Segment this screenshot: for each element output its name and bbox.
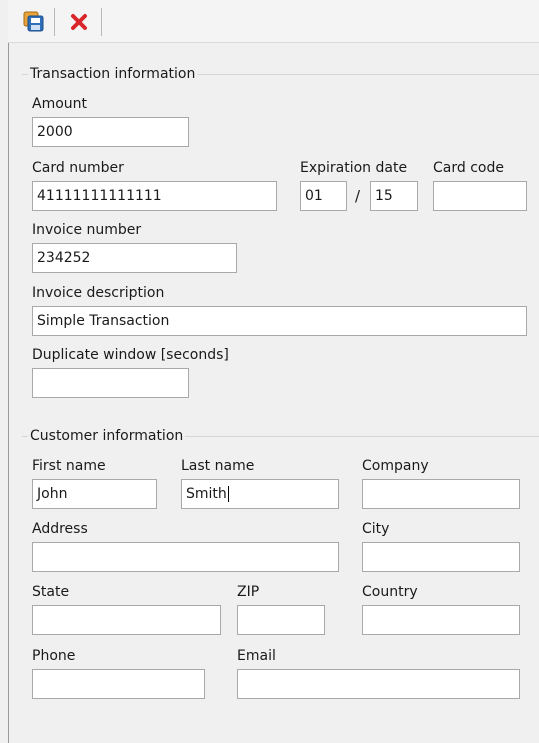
zip-field[interactable] xyxy=(237,605,325,635)
company-field[interactable] xyxy=(362,479,520,509)
save-button[interactable] xyxy=(22,10,46,34)
amount-field[interactable]: 2000 xyxy=(32,117,189,147)
address-label: Address xyxy=(32,521,88,537)
close-icon xyxy=(71,14,87,30)
duplicate-window-label: Duplicate window [seconds] xyxy=(32,347,229,363)
first-name-label: First name xyxy=(32,458,106,474)
card-code-label: Card code xyxy=(433,160,504,176)
email-field[interactable] xyxy=(237,669,520,699)
expiration-year-field[interactable]: 15 xyxy=(370,181,418,211)
last-name-field[interactable]: Smith xyxy=(181,479,339,509)
close-button[interactable] xyxy=(67,10,91,34)
invoice-description-label: Invoice description xyxy=(32,285,165,301)
text-caret xyxy=(227,486,229,502)
save-icon xyxy=(23,11,44,32)
card-code-field[interactable] xyxy=(433,181,527,211)
card-number-field[interactable]: 41111111111111 xyxy=(32,181,277,211)
card-number-label: Card number xyxy=(32,160,124,176)
toolbar-separator xyxy=(54,8,55,36)
last-name-label: Last name xyxy=(181,458,255,474)
city-label: City xyxy=(362,521,390,537)
invoice-number-field[interactable]: 234252 xyxy=(32,243,237,273)
state-label: State xyxy=(32,584,70,600)
city-field[interactable] xyxy=(362,542,520,572)
toolbar-separator xyxy=(101,8,102,36)
invoice-description-field[interactable]: Simple Transaction xyxy=(32,306,527,336)
state-field[interactable] xyxy=(32,605,221,635)
duplicate-window-field[interactable] xyxy=(32,368,189,398)
phone-label: Phone xyxy=(32,648,76,664)
phone-field[interactable] xyxy=(32,669,205,699)
first-name-field[interactable]: John xyxy=(32,479,157,509)
country-field[interactable] xyxy=(362,605,520,635)
expiration-date-label: Expiration date xyxy=(300,160,408,176)
expiration-month-field[interactable]: 01 xyxy=(300,181,347,211)
transaction-group-title: Transaction information xyxy=(28,66,198,82)
address-field[interactable] xyxy=(32,542,339,572)
email-label: Email xyxy=(237,648,276,664)
customer-group-title: Customer information xyxy=(28,428,186,444)
country-label: Country xyxy=(362,584,418,600)
toolbar xyxy=(8,0,539,43)
last-name-value: Smith xyxy=(186,486,227,502)
expiration-separator: / xyxy=(355,187,361,205)
zip-label: ZIP xyxy=(237,584,260,600)
company-label: Company xyxy=(362,458,429,474)
invoice-number-label: Invoice number xyxy=(32,222,142,238)
amount-label: Amount xyxy=(32,96,88,112)
